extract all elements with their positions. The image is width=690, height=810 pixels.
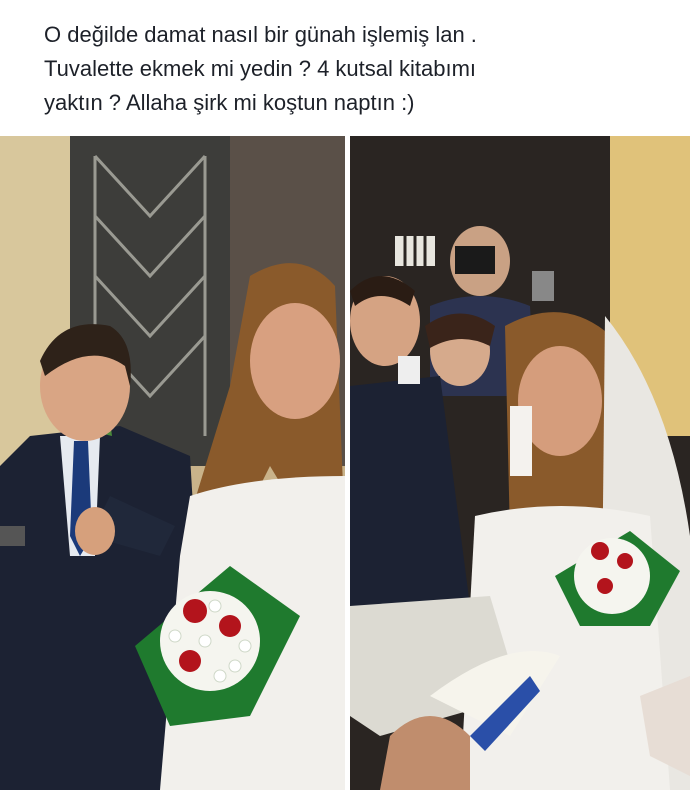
post-text: O değilde damat nasıl bir günah işlemiş …: [44, 22, 477, 115]
post-image[interactable]: [0, 136, 690, 810]
left-wedding-photo: [0, 136, 345, 790]
right-wedding-photo: [350, 136, 690, 790]
